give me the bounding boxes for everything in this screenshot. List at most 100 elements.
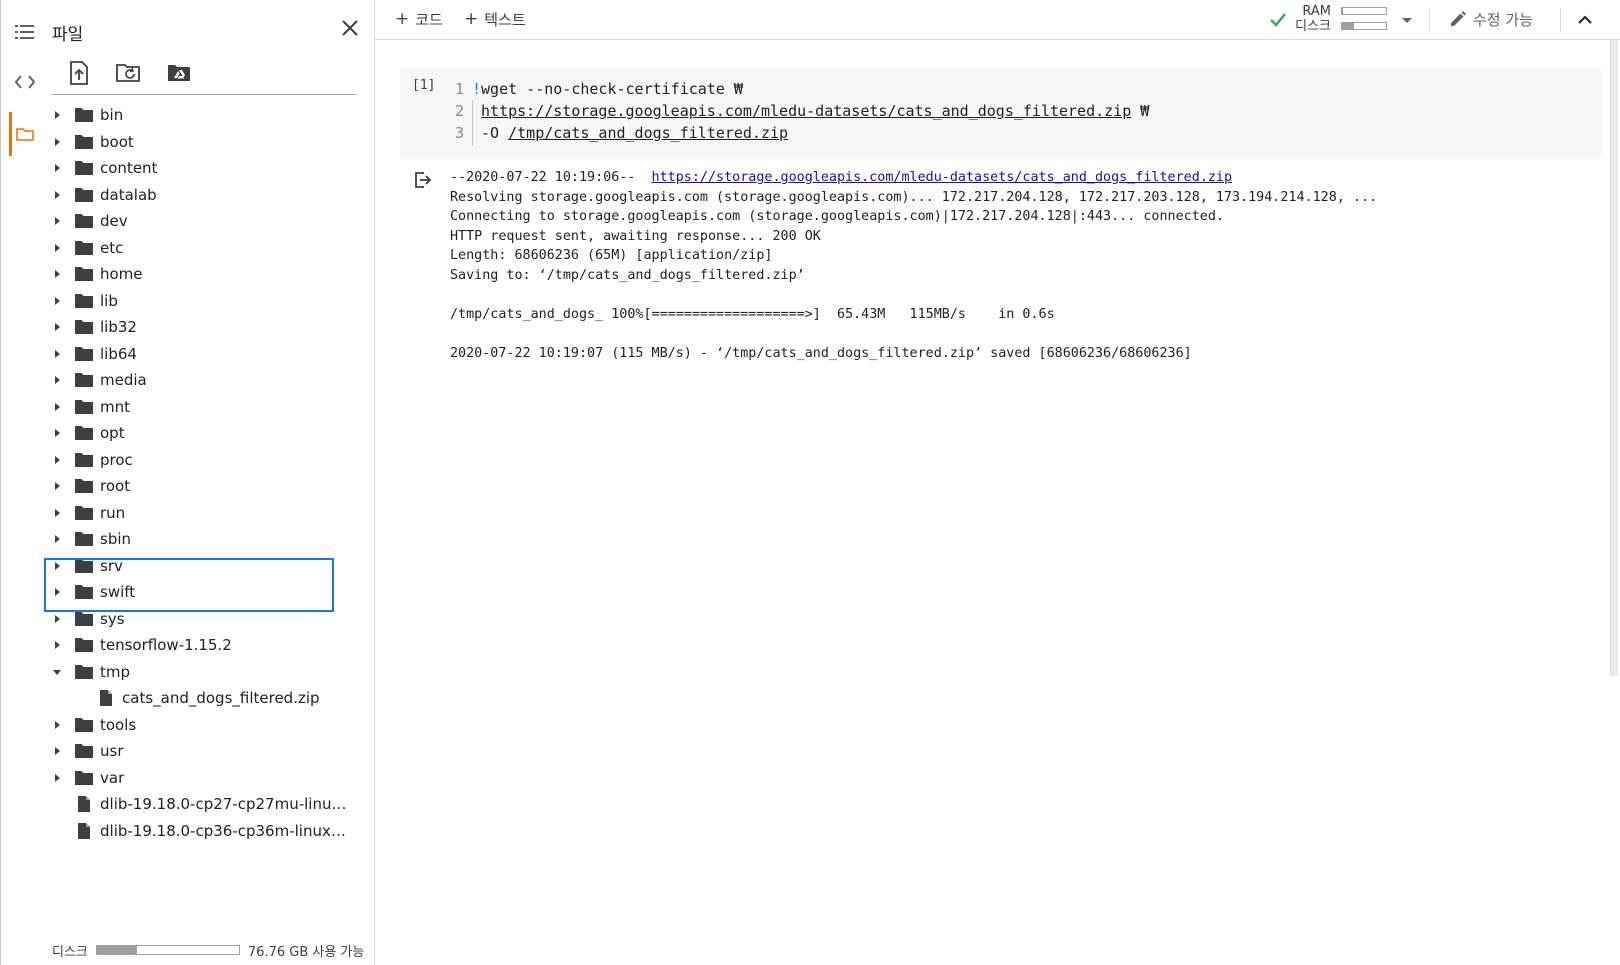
tree-row[interactable]: tensorflow-1.15.2 bbox=[42, 632, 375, 659]
add-code-button[interactable]: + 코드 bbox=[395, 8, 443, 30]
tree-row[interactable]: dlib-19.18.0-cp36-cp36m-linux_x86... bbox=[42, 818, 375, 845]
code-line-1[interactable]: 1 !wget --no-check-certificate ₩ bbox=[452, 78, 743, 100]
caret-right-icon[interactable] bbox=[52, 269, 62, 279]
tree-item-label: opt bbox=[100, 424, 125, 442]
tree-row[interactable]: lib32 bbox=[42, 314, 375, 341]
tree-item-label: bin bbox=[100, 106, 124, 124]
tree-item-label: tensorflow-1.15.2 bbox=[100, 636, 232, 654]
disk-label: 디스크 bbox=[1295, 19, 1331, 34]
caret-right-icon[interactable] bbox=[52, 375, 62, 385]
line-number: 2 bbox=[454, 102, 464, 120]
toc-icon[interactable] bbox=[13, 20, 37, 44]
caret-right-icon[interactable] bbox=[52, 137, 62, 147]
chevron-up-icon[interactable] bbox=[1575, 10, 1595, 30]
caret-right-icon[interactable] bbox=[52, 110, 62, 120]
tree-row[interactable]: sys bbox=[42, 606, 375, 633]
edit-mode-label: 수정 가능 bbox=[1473, 10, 1533, 29]
resource-labels[interactable]: RAM 디스크 bbox=[1293, 4, 1331, 34]
caret-right-icon[interactable] bbox=[52, 455, 62, 465]
tree-row[interactable]: lib64 bbox=[42, 341, 375, 368]
disk-footer: 디스크 76.76 GB 사용 가능 bbox=[52, 941, 372, 960]
folder-icon bbox=[74, 106, 94, 124]
caret-right-icon[interactable] bbox=[52, 243, 62, 253]
caret-right-icon[interactable] bbox=[52, 402, 62, 412]
clear-output-icon[interactable] bbox=[413, 170, 433, 190]
tree-row[interactable]: srv bbox=[42, 553, 375, 580]
tree-item-label: lib32 bbox=[100, 318, 137, 336]
add-text-button[interactable]: + 텍스트 bbox=[464, 8, 526, 30]
caret-right-icon[interactable] bbox=[52, 508, 62, 518]
active-indicator bbox=[9, 112, 12, 156]
tree-row[interactable]: tmp bbox=[42, 659, 375, 686]
disk-usage-bar-top[interactable] bbox=[1341, 22, 1387, 30]
execution-count[interactable]: [1] bbox=[412, 78, 435, 93]
tree-item-label: content bbox=[100, 159, 158, 177]
tree-row[interactable]: mnt bbox=[42, 394, 375, 421]
tree-row[interactable]: bin bbox=[42, 102, 375, 129]
connected-check-icon bbox=[1268, 10, 1288, 30]
edit-mode-button[interactable]: 수정 가능 bbox=[1449, 8, 1533, 30]
folder-icon bbox=[74, 398, 94, 416]
folder-icon[interactable] bbox=[13, 122, 37, 146]
files-panel: 파일 bin boot content datalab dev etc home lib lib… bbox=[42, 0, 375, 965]
ram-usage-bar[interactable] bbox=[1341, 7, 1387, 15]
plus-icon: + bbox=[464, 9, 479, 29]
caret-right-icon[interactable] bbox=[52, 561, 62, 571]
code-cell[interactable]: [1] 1 !wget --no-check-certificate ₩ 2 ht… bbox=[400, 68, 1602, 158]
folder-icon bbox=[74, 716, 94, 734]
caret-right-icon[interactable] bbox=[52, 746, 62, 756]
scroll-thumb[interactable] bbox=[1610, 40, 1618, 676]
tree-row[interactable]: swift bbox=[42, 579, 375, 606]
tree-row[interactable]: dev bbox=[42, 208, 375, 235]
tree-row[interactable]: media bbox=[42, 367, 375, 394]
output-link[interactable]: https://storage.googleapis.com/mledu-dat… bbox=[652, 170, 1232, 185]
tree-item-label: dlib-19.18.0-cp36-cp36m-linux_x86... bbox=[100, 821, 352, 840]
caret-right-icon[interactable] bbox=[52, 163, 62, 173]
caret-right-icon[interactable] bbox=[52, 534, 62, 544]
caret-right-icon[interactable] bbox=[52, 322, 62, 332]
refresh-folder-icon[interactable] bbox=[116, 60, 142, 86]
tree-item-label: lib64 bbox=[100, 344, 137, 363]
caret-right-icon[interactable] bbox=[52, 481, 62, 491]
folder-icon bbox=[74, 636, 94, 654]
caret-right-icon[interactable] bbox=[52, 773, 62, 783]
caret-down-icon[interactable] bbox=[52, 667, 62, 677]
tree-row[interactable]: tools bbox=[42, 712, 375, 739]
tree-row[interactable]: run bbox=[42, 500, 375, 527]
close-icon[interactable] bbox=[338, 16, 362, 40]
tree-row[interactable]: boot bbox=[42, 129, 375, 156]
tree-row[interactable]: usr bbox=[42, 738, 375, 765]
tree-row[interactable]: opt bbox=[42, 420, 375, 447]
tree-row[interactable]: lib bbox=[42, 288, 375, 315]
caret-right-icon[interactable] bbox=[52, 640, 62, 650]
tree-row[interactable]: home bbox=[42, 261, 375, 288]
scrollbar[interactable] bbox=[1608, 40, 1620, 965]
caret-right-icon[interactable] bbox=[52, 190, 62, 200]
upload-file-icon[interactable] bbox=[66, 60, 92, 86]
caret-right-icon[interactable] bbox=[52, 296, 62, 306]
chevron-down-icon[interactable] bbox=[1399, 12, 1415, 28]
tree-row[interactable]: sbin bbox=[42, 526, 375, 553]
tree-row[interactable]: var bbox=[42, 765, 375, 792]
tree-row[interactable]: datalab bbox=[42, 182, 375, 209]
caret-right-icon[interactable] bbox=[52, 614, 62, 624]
line-number: 1 bbox=[454, 80, 464, 98]
caret-right-icon[interactable] bbox=[52, 349, 62, 359]
tree-row[interactable]: dlib-19.18.0-cp27-cp27mu-linux_x8... bbox=[42, 791, 375, 818]
code-line-2[interactable]: 2 https://storage.googleapis.com/mledu-d… bbox=[452, 100, 1149, 122]
folder-icon bbox=[74, 504, 94, 522]
caret-right-icon[interactable] bbox=[52, 587, 62, 597]
code-line-3[interactable]: 3 -O /tmp/cats_and_dogs_filtered.zip bbox=[452, 122, 788, 144]
caret-right-icon[interactable] bbox=[52, 720, 62, 730]
mount-drive-icon[interactable] bbox=[166, 60, 192, 86]
tree-row[interactable]: root bbox=[42, 473, 375, 500]
tree-item-label: sys bbox=[100, 609, 125, 628]
disk-usage-bar bbox=[95, 945, 240, 955]
tree-row[interactable]: cats_and_dogs_filtered.zip bbox=[42, 685, 375, 712]
caret-right-icon[interactable] bbox=[52, 216, 62, 226]
tree-row[interactable]: etc bbox=[42, 235, 375, 262]
tree-row[interactable]: content bbox=[42, 155, 375, 182]
caret-right-icon[interactable] bbox=[52, 428, 62, 438]
code-snippets-icon[interactable] bbox=[13, 70, 37, 94]
tree-row[interactable]: proc bbox=[42, 447, 375, 474]
